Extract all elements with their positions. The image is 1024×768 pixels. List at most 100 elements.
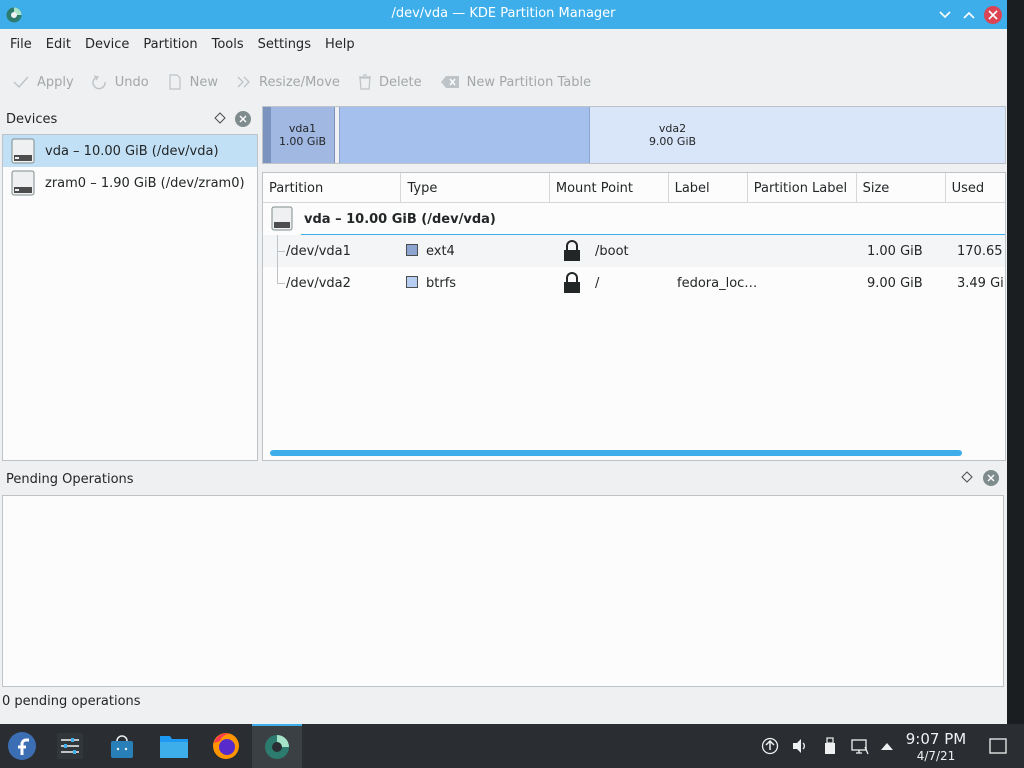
devices-panel: Devices vda – 10.00 GiB (/dev/vda) zram0…	[2, 106, 258, 461]
device-item-vda[interactable]: vda – 10.00 GiB (/dev/vda)	[3, 135, 257, 167]
devices-panel-title: Devices	[6, 111, 58, 127]
title-bar[interactable]: /dev/vda — KDE Partition Manager	[0, 0, 1007, 29]
task-partition-manager[interactable]	[252, 724, 302, 768]
column-header-label[interactable]: Label	[669, 173, 748, 203]
label-cell: fedora_loc…	[677, 275, 758, 291]
used-cell: 170.65 M	[957, 243, 1005, 259]
devices-panel-header: Devices	[2, 106, 258, 132]
task-system-settings[interactable]	[48, 724, 92, 768]
menu-help[interactable]: Help	[318, 37, 362, 52]
update-notifier-icon[interactable]	[760, 736, 780, 756]
desktop-edge	[1007, 0, 1024, 724]
lock-icon	[564, 240, 580, 261]
column-header-mount-point[interactable]: Mount Point	[550, 173, 669, 203]
trash-icon	[358, 74, 371, 90]
size-cell: 9.00 GiB	[867, 275, 923, 291]
main-toolbar: Apply Undo New Resize/Move Delete New Pa…	[0, 66, 1007, 98]
column-header-size[interactable]: Size	[857, 173, 946, 203]
close-panel-icon[interactable]	[983, 470, 999, 486]
menu-device[interactable]: Device	[78, 37, 136, 52]
type-cell: ext4	[406, 243, 455, 259]
hard-disk-icon	[271, 206, 293, 231]
firefox-icon	[213, 733, 239, 759]
tree-line	[277, 283, 285, 284]
partition-table: Partition Type Mount Point Label Partiti…	[262, 172, 1006, 461]
folder-icon	[160, 736, 188, 758]
segment-name: vda2	[658, 122, 687, 135]
undo-icon	[92, 75, 106, 90]
segment-name: vda1	[288, 122, 317, 135]
menu-file[interactable]: File	[3, 37, 39, 52]
application-launcher-button[interactable]	[0, 724, 44, 768]
column-header-type[interactable]: Type	[401, 173, 550, 203]
menu-tools[interactable]: Tools	[205, 37, 251, 52]
taskbar: 9:07 PM 4/7/21	[0, 724, 1024, 768]
undo-button[interactable]: Undo	[92, 74, 149, 90]
task-firefox[interactable]	[204, 724, 248, 768]
resize-move-button[interactable]: Resize/Move	[236, 74, 340, 90]
size-cell: 1.00 GiB	[867, 243, 923, 259]
show-hidden-icons-arrow[interactable]	[877, 736, 897, 756]
usb-device-icon[interactable]	[820, 736, 840, 756]
device-list: vda – 10.00 GiB (/dev/vda) zram0 – 1.90 …	[2, 134, 258, 461]
minimize-button[interactable]	[936, 6, 954, 24]
column-header-partition-label[interactable]: Partition Label	[748, 173, 857, 203]
apply-label: Apply	[37, 74, 74, 90]
show-desktop-icon[interactable]	[988, 736, 1008, 756]
tree-line	[277, 251, 285, 252]
table-row[interactable]: /dev/vda2 btrfs / fedora_loc… 9.00 GiB 3…	[263, 267, 1005, 299]
partition-segment-vda1[interactable]: vda1 1.00 GiB	[263, 107, 335, 163]
float-panel-icon[interactable]	[214, 112, 228, 126]
menu-bar: File Edit Device Partition Tools Setting…	[0, 29, 1007, 59]
fedora-logo-icon	[8, 732, 36, 760]
apply-button[interactable]: Apply	[12, 75, 74, 90]
column-header-partition[interactable]: Partition	[263, 173, 402, 203]
float-panel-icon[interactable]	[961, 471, 975, 485]
resize-icon	[237, 76, 250, 88]
status-bar-text: 0 pending operations	[2, 694, 141, 709]
table-header: Partition Type Mount Point Label Partiti…	[263, 173, 1005, 203]
horizontal-scrollbar[interactable]	[270, 450, 962, 456]
menu-settings[interactable]: Settings	[251, 37, 318, 52]
check-icon	[13, 76, 29, 89]
new-partition-table-button[interactable]: New Partition Table	[440, 75, 591, 90]
used-cell: 3.49 GiB	[957, 275, 1005, 291]
type-cell: btrfs	[406, 275, 457, 291]
close-panel-icon[interactable]	[235, 111, 251, 127]
new-document-icon	[169, 74, 181, 90]
device-item-label: vda – 10.00 GiB (/dev/vda)	[45, 143, 219, 159]
device-item-zram0[interactable]: zram0 – 1.90 GiB (/dev/zram0)	[3, 167, 257, 199]
delete-label: Delete	[378, 74, 422, 90]
column-header-used[interactable]: Used	[946, 173, 1005, 203]
partition-graph: vda1 1.00 GiB vda2 9.00 GiB	[262, 106, 1006, 164]
maximize-button[interactable]	[960, 6, 978, 24]
device-row-label: vda – 10.00 GiB (/dev/vda)	[304, 211, 496, 227]
network-icon[interactable]	[850, 736, 870, 756]
hard-disk-icon	[11, 138, 35, 164]
close-window-button[interactable]	[984, 6, 1002, 24]
task-file-manager[interactable]	[152, 724, 196, 768]
volume-icon[interactable]	[790, 736, 810, 756]
clock[interactable]: 9:07 PM 4/7/21	[896, 730, 976, 763]
lock-icon	[564, 272, 580, 293]
clock-time: 9:07 PM	[905, 730, 967, 748]
mount-point-cell: /	[595, 275, 600, 291]
task-discover-store[interactable]	[100, 724, 144, 768]
device-item-label: zram0 – 1.90 GiB (/dev/zram0)	[45, 175, 245, 191]
segment-size: 9.00 GiB	[648, 135, 697, 148]
partition-segment-vda2[interactable]: vda2 9.00 GiB	[339, 107, 1005, 163]
delete-button[interactable]: Delete	[358, 74, 422, 90]
table-row[interactable]: /dev/vda1 ext4 /boot 1.00 GiB 170.65 M	[263, 235, 1005, 267]
segment-size: 1.00 GiB	[278, 135, 327, 148]
partition-cell: /dev/vda2	[286, 275, 351, 291]
device-tree-row[interactable]: vda – 10.00 GiB (/dev/vda)	[263, 203, 1005, 235]
window-title: /dev/vda — KDE Partition Manager	[391, 6, 616, 21]
type-text: btrfs	[426, 275, 457, 291]
menu-partition[interactable]: Partition	[136, 37, 204, 52]
tree-line	[277, 267, 278, 283]
partition-cell: /dev/vda1	[286, 243, 351, 259]
new-partition-button[interactable]: New	[167, 74, 218, 90]
hard-disk-icon	[11, 170, 35, 196]
undo-label: Undo	[114, 74, 149, 90]
menu-edit[interactable]: Edit	[39, 37, 78, 52]
